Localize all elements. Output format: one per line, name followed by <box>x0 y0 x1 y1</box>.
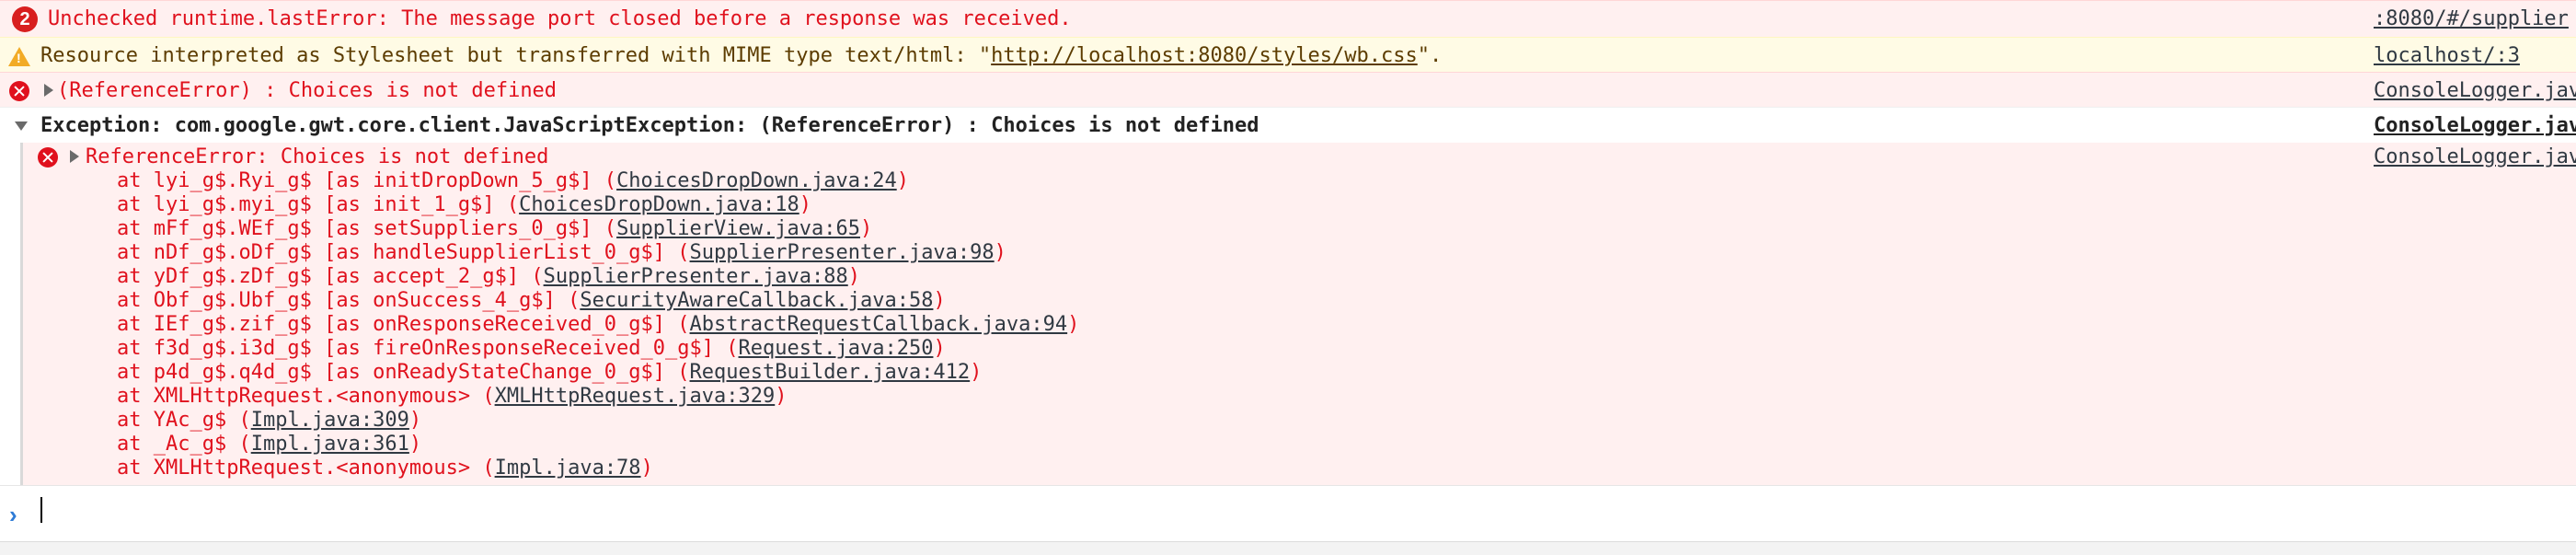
stack-frame-source-link[interactable]: Impl.java:309 <box>251 409 409 432</box>
stack-frame-source-link[interactable]: AbstractRequestCallback.java:94 <box>690 313 1068 336</box>
stack-frame-call: at f3d_g$.i3d_g$ [as fireOnResponseRecei… <box>117 337 739 360</box>
stack-frame-call: at XMLHttpRequest.<anonymous> ( <box>117 457 495 480</box>
stack-frame-close-paren: ) <box>775 385 788 408</box>
message-text: Resource interpreted as Stylesheet but t… <box>40 44 1442 68</box>
stack-frame: at nDf_g$.oDf_g$ [as handleSupplierList_… <box>117 241 1006 265</box>
stack-frame-source-link[interactable]: SecurityAwareCallback.java:58 <box>580 289 933 312</box>
stack-frame-source-link[interactable]: Impl.java:78 <box>495 457 641 480</box>
message-text: Unchecked runtime.lastError: The message… <box>48 7 1072 30</box>
stack-frame-close-paren: ) <box>994 241 1006 264</box>
stack-frame-source-link[interactable]: ChoicesDropDown.java:24 <box>616 169 897 192</box>
stack-frame-call: at nDf_g$.oDf_g$ [as handleSupplierList_… <box>117 241 690 264</box>
stack-frame-call: at _Ac_g$ ( <box>117 433 251 456</box>
stack-frame-close-paren: ) <box>799 193 811 216</box>
stack-frame-close-paren: ) <box>896 169 909 192</box>
stack-frame-close-paren: ) <box>640 457 653 480</box>
stack-frame-call: at lyi_g$.myi_g$ [as init_1_g$] ( <box>117 193 520 216</box>
warning-icon <box>8 47 30 66</box>
stack-frame-source-link[interactable]: SupplierPresenter.java:88 <box>544 265 848 288</box>
source-link[interactable]: localhost/:3 <box>2374 44 2576 68</box>
stack-frame-source-link[interactable]: SupplierPresenter.java:98 <box>690 241 995 264</box>
stack-frame-close-paren: ) <box>859 217 873 240</box>
stack-frame: at Obf_g$.Ubf_g$ [as onSuccess_4_g$] (Se… <box>117 289 946 313</box>
stack-frame: at _Ac_g$ (Impl.java:361) <box>117 433 421 457</box>
stack-frame-source-link[interactable]: RequestBuilder.java:412 <box>690 361 971 384</box>
stack-frame: at YAc_g$ (Impl.java:309) <box>117 409 421 433</box>
stack-frame-close-paren: ) <box>408 433 422 456</box>
stack-frame-call: at IEf_g$.zif_g$ [as onResponseReceived_… <box>117 313 690 336</box>
devtools-console: 2 Unchecked runtime.lastError: The messa… <box>0 0 2576 555</box>
stack-trace-block: ReferenceError: Choices is not defined C… <box>20 143 2576 485</box>
console-group-exception[interactable]: Exception: com.google.gwt.core.client.Ja… <box>0 107 2576 143</box>
expand-chevron-right-icon[interactable] <box>44 84 53 97</box>
message-text: Exception: com.google.gwt.core.client.Ja… <box>40 114 1259 137</box>
stack-frame-source-link[interactable]: ChoicesDropDown.java:18 <box>519 193 799 216</box>
stack-frame: at f3d_g$.i3d_g$ [as fireOnResponseRecei… <box>117 337 946 361</box>
stack-frame-source-link[interactable]: Impl.java:361 <box>251 433 409 456</box>
prompt-chevron-icon: › <box>9 501 17 528</box>
console-bottom-bar <box>0 541 2576 555</box>
stack-frame-source-link[interactable]: SupplierView.java:65 <box>616 217 860 240</box>
message-suffix: ". <box>1417 44 1443 67</box>
stack-frame: at lyi_g$.Ryi_g$ [as initDropDown_5_g$] … <box>117 169 909 193</box>
stack-frame-call: at lyi_g$.Ryi_g$ [as initDropDown_5_g$] … <box>117 169 617 192</box>
stack-frame-call: at XMLHttpRequest.<anonymous> ( <box>117 385 495 408</box>
stack-frame-close-paren: ) <box>933 337 946 360</box>
stylesheet-url-link[interactable]: http://localhost:8080/styles/wb.css <box>991 44 1418 67</box>
error-count-badge: 2 <box>12 6 38 32</box>
stack-frame-call: at YAc_g$ ( <box>117 409 251 432</box>
stack-frame-close-paren: ) <box>970 361 983 384</box>
stack-title: ReferenceError: Choices is not defined <box>86 145 549 168</box>
console-message-warning[interactable]: Resource interpreted as Stylesheet but t… <box>0 37 2576 72</box>
console-message-error-reference[interactable]: (ReferenceError) : Choices is not define… <box>0 72 2576 107</box>
stack-frame: at p4d_g$.q4d_g$ [as onReadyStateChange_… <box>117 361 982 385</box>
console-message-error-runtime[interactable]: 2 Unchecked runtime.lastError: The messa… <box>0 0 2576 37</box>
stack-frame-call: at Obf_g$.Ubf_g$ [as onSuccess_4_g$] ( <box>117 289 581 312</box>
stack-frame: at lyi_g$.myi_g$ [as init_1_g$] (Choices… <box>117 193 811 217</box>
stack-frame: at XMLHttpRequest.<anonymous> (XMLHttpRe… <box>117 385 788 409</box>
expand-chevron-right-icon[interactable] <box>70 150 79 163</box>
error-icon <box>9 81 29 101</box>
stack-frame-call: at mFf_g$.WEf_g$ [as setSuppliers_0_g$] … <box>117 217 617 240</box>
console-prompt[interactable]: › <box>0 485 2576 541</box>
input-caret[interactable] <box>40 497 42 523</box>
stack-frame-source-link[interactable]: XMLHttpRequest.java:329 <box>495 385 776 408</box>
stack-frame-close-paren: ) <box>1067 313 1080 336</box>
stack-frame-close-paren: ) <box>847 265 860 288</box>
message-text: (ReferenceError) : Choices is not define… <box>57 79 558 102</box>
stack-frame: at IEf_g$.zif_g$ [as onResponseReceived_… <box>117 313 1079 337</box>
stack-frame-source-link[interactable]: Request.java:250 <box>739 337 934 360</box>
stack-frame: at mFf_g$.WEf_g$ [as setSuppliers_0_g$] … <box>117 217 872 241</box>
collapse-chevron-down-icon[interactable] <box>15 121 28 131</box>
stack-frame-close-paren: ) <box>933 289 946 312</box>
source-link[interactable]: ConsoleLogger.java:5 <box>2374 114 2576 138</box>
source-link[interactable]: ConsoleLogger.java:3 <box>2374 79 2576 103</box>
stack-frame-close-paren: ) <box>408 409 422 432</box>
source-link[interactable]: :8080/#/supplier <box>2374 7 2576 31</box>
stack-frame-call: at p4d_g$.q4d_g$ [as onReadyStateChange_… <box>117 361 690 384</box>
stack-frame-call: at yDf_g$.zDf_g$ [as accept_2_g$] ( <box>117 265 544 288</box>
error-icon <box>38 147 58 168</box>
message-prefix: Resource interpreted as Stylesheet but t… <box>40 44 992 67</box>
stack-frame: at XMLHttpRequest.<anonymous> (Impl.java… <box>117 457 653 480</box>
stack-frame: at yDf_g$.zDf_g$ [as accept_2_g$] (Suppl… <box>117 265 860 289</box>
source-link[interactable]: ConsoleLogger.java:3 <box>2374 145 2576 168</box>
